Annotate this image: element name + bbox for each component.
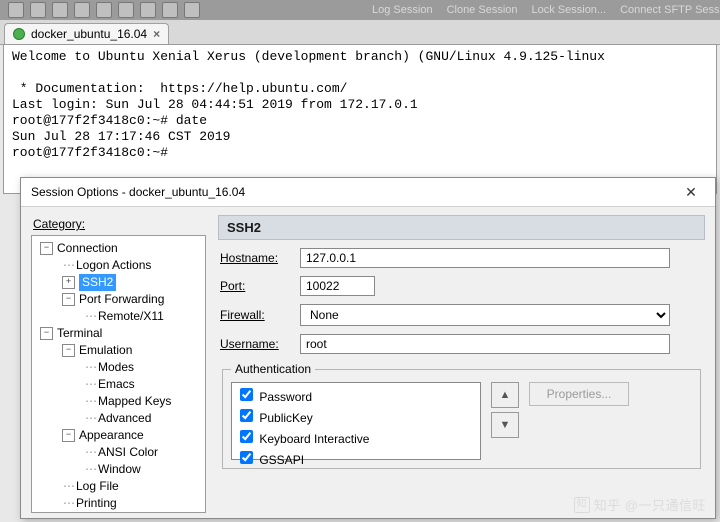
category-tree[interactable]: −Connection ⋯Logon Actions +SSH2 −Port F… <box>31 235 206 513</box>
term-line: Welcome to Ubuntu Xenial Xerus (developm… <box>12 49 605 64</box>
auth-gssapi-label: GSSAPI <box>259 453 304 467</box>
firewall-label: Firewall: <box>220 308 300 322</box>
auth-list[interactable]: Password PublicKey Keyboard Interactive … <box>231 382 481 460</box>
auth-move-up-button[interactable]: ▲ <box>491 382 519 408</box>
tree-advanced[interactable]: Advanced <box>98 410 151 427</box>
toolbar-icon[interactable] <box>52 2 68 18</box>
menu-lock-session[interactable]: Lock Session... <box>532 4 607 16</box>
tree-modes[interactable]: Modes <box>98 359 134 376</box>
auth-password-label: Password <box>259 390 312 404</box>
auth-password-check[interactable] <box>240 388 253 401</box>
toolbar-icon[interactable] <box>162 2 178 18</box>
firewall-select[interactable]: None <box>300 304 670 326</box>
tree-emulation[interactable]: Emulation <box>79 342 132 359</box>
toolbar-icon[interactable] <box>30 2 46 18</box>
tree-mapped-keys[interactable]: Mapped Keys <box>98 393 171 410</box>
term-line: Last login: Sun Jul 28 04:44:51 2019 fro… <box>12 97 418 112</box>
term-line: root@177f2f3418c0:~# date <box>12 113 207 128</box>
app-toolbar: Log Session Clone Session Lock Session..… <box>0 0 720 20</box>
port-input[interactable] <box>300 276 375 296</box>
session-tab[interactable]: docker_ubuntu_16.04 × <box>4 23 169 44</box>
collapse-icon[interactable]: − <box>62 344 75 357</box>
tree-terminal[interactable]: Terminal <box>57 325 102 342</box>
collapse-icon[interactable]: − <box>40 242 53 255</box>
term-line: * Documentation: https://help.ubuntu.com… <box>12 81 347 96</box>
menu-log-session[interactable]: Log Session <box>372 4 433 16</box>
auth-legend: Authentication <box>231 362 315 376</box>
hostname-label: Hostname: <box>220 251 300 265</box>
toolbar-icon[interactable] <box>118 2 134 18</box>
collapse-icon[interactable]: − <box>62 293 75 306</box>
tree-remote-x11[interactable]: Remote/X11 <box>98 308 164 325</box>
auth-keyboard-label: Keyboard Interactive <box>259 432 369 446</box>
username-input[interactable] <box>300 334 670 354</box>
toolbar-icon[interactable] <box>140 2 156 18</box>
collapse-icon[interactable]: − <box>40 327 53 340</box>
category-label: Category: <box>33 217 206 231</box>
dialog-title: Session Options - docker_ubuntu_16.04 <box>31 185 245 199</box>
tree-log-file[interactable]: Log File <box>76 478 119 495</box>
port-label: Port: <box>220 279 300 293</box>
tree-port-forwarding[interactable]: Port Forwarding <box>79 291 164 308</box>
auth-publickey-check[interactable] <box>240 409 253 422</box>
toolbar-icon[interactable] <box>184 2 200 18</box>
auth-move-down-button[interactable]: ▼ <box>491 412 519 438</box>
pane-header: SSH2 <box>218 215 705 240</box>
collapse-icon[interactable]: − <box>62 429 75 442</box>
tree-printing[interactable]: Printing <box>76 495 117 512</box>
tree-ssh2[interactable]: SSH2 <box>79 274 116 291</box>
menu-connect-sftp[interactable]: Connect SFTP Sessi <box>620 4 720 16</box>
auth-properties-button: Properties... <box>529 382 629 406</box>
tree-ansi-color[interactable]: ANSI Color <box>98 444 158 461</box>
expand-icon[interactable]: + <box>62 276 75 289</box>
connected-status-icon <box>13 28 25 40</box>
session-options-dialog: Session Options - docker_ubuntu_16.04 ✕ … <box>20 177 716 519</box>
auth-keyboard-check[interactable] <box>240 430 253 443</box>
tab-close-icon[interactable]: × <box>153 27 160 41</box>
tree-window[interactable]: Window <box>98 461 141 478</box>
tree-appearance[interactable]: Appearance <box>79 427 144 444</box>
hostname-input[interactable] <box>300 248 670 268</box>
tree-logon-actions[interactable]: Logon Actions <box>76 257 151 274</box>
toolbar-icon[interactable] <box>8 2 24 18</box>
auth-publickey-label: PublicKey <box>259 411 312 425</box>
tab-bar: docker_ubuntu_16.04 × <box>0 20 720 45</box>
menu-clone-session[interactable]: Clone Session <box>447 4 518 16</box>
term-line: Sun Jul 28 17:17:46 CST 2019 <box>12 129 230 144</box>
tree-emacs[interactable]: Emacs <box>98 376 135 393</box>
term-line: root@177f2f3418c0:~# <box>12 145 168 160</box>
dialog-titlebar[interactable]: Session Options - docker_ubuntu_16.04 ✕ <box>21 178 715 207</box>
tab-label: docker_ubuntu_16.04 <box>31 27 147 41</box>
username-label: Username: <box>220 337 300 351</box>
dialog-close-button[interactable]: ✕ <box>673 181 709 203</box>
toolbar-icon[interactable] <box>96 2 112 18</box>
toolbar-icon[interactable] <box>74 2 90 18</box>
terminal-output[interactable]: Welcome to Ubuntu Xenial Xerus (developm… <box>3 44 717 194</box>
tree-connection[interactable]: Connection <box>57 240 118 257</box>
authentication-group: Authentication Password PublicKey Keyboa… <box>222 362 701 469</box>
auth-gssapi-check[interactable] <box>240 451 253 464</box>
